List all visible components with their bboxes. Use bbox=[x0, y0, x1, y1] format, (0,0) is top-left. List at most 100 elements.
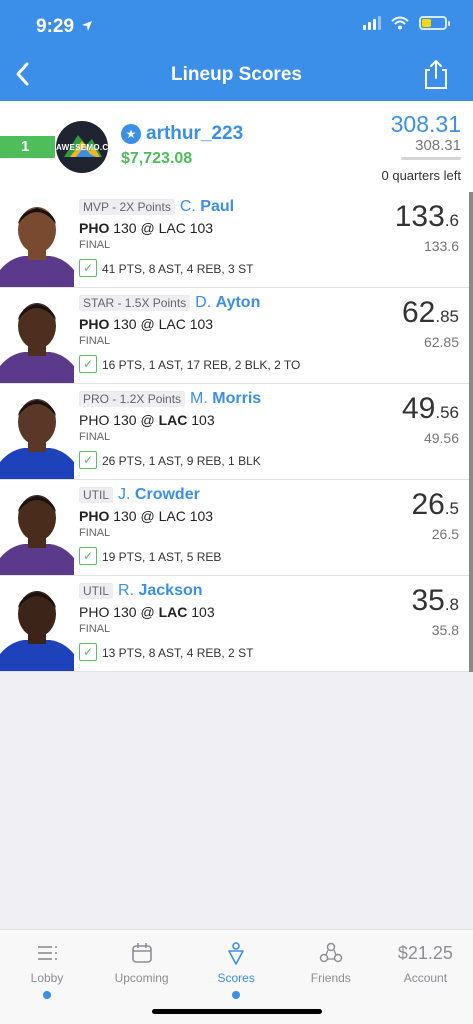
player-row[interactable]: MVP - 2X Points C. Paul PHO 130 @ LAC 103 F… bbox=[0, 192, 473, 288]
player-row[interactable]: UTIL J. Crowder PHO 130 @ LAC 103 FINAL ✓ 19 … bbox=[0, 480, 473, 576]
slot-badge: MVP - 2X Points bbox=[79, 199, 175, 215]
status-indicators bbox=[363, 16, 450, 30]
game-score: PHO 130 @ LAC 103 bbox=[79, 508, 213, 524]
slot-badge: PRO - 1.2X Points bbox=[79, 391, 186, 407]
fantasy-points-sub: 62.85 bbox=[423, 334, 459, 350]
fantasy-points-int: 62 bbox=[401, 296, 436, 329]
checkmark-icon: ✓ bbox=[79, 355, 97, 373]
player-photo bbox=[0, 196, 74, 287]
opp-score: 103 bbox=[189, 316, 214, 332]
player-name[interactable]: R. Jackson bbox=[118, 582, 203, 600]
fantasy-points-int: 26 bbox=[411, 488, 445, 521]
fantasy-points: 26.5 bbox=[411, 488, 459, 522]
player-row[interactable]: PRO - 1.2X Points M. Morris PHO 130 @ LAC … bbox=[0, 384, 473, 480]
username[interactable]: arthur_223 bbox=[146, 123, 243, 145]
team-score: 130 bbox=[113, 220, 137, 236]
fantasy-points-sub: 133.6 bbox=[423, 238, 459, 254]
fantasy-points-int: 133 bbox=[394, 200, 445, 233]
player-name[interactable]: C. Paul bbox=[180, 198, 234, 216]
player-last-name: Crowder bbox=[134, 486, 200, 503]
tab-label: Upcoming bbox=[114, 971, 169, 985]
team-score: 130 bbox=[113, 316, 137, 332]
checkmark-icon: ✓ bbox=[79, 259, 97, 277]
team-abbr: PHO bbox=[79, 316, 110, 332]
fantasy-points: 49.56 bbox=[402, 392, 459, 426]
tab-scores[interactable]: Scores bbox=[189, 940, 283, 999]
checkmark-icon: ✓ bbox=[79, 547, 97, 565]
at-symbol: @ bbox=[140, 220, 155, 236]
team-abbr: PHO bbox=[79, 412, 110, 428]
cellular-signal-icon bbox=[363, 16, 381, 30]
tab-friends[interactable]: Friends bbox=[284, 940, 378, 985]
rank-badge: 1 bbox=[0, 136, 55, 158]
player-stats: 16 PTS, 1 AST, 17 REB, 2 BLK, 2 TO bbox=[102, 358, 301, 372]
fantasy-points-dec: .56 bbox=[435, 403, 459, 422]
team-abbr: PHO bbox=[79, 508, 110, 524]
list-icon bbox=[0, 940, 94, 966]
slot-badge: UTIL bbox=[79, 583, 114, 599]
opp-score: 103 bbox=[191, 604, 215, 620]
player-name[interactable]: D. Ayton bbox=[195, 294, 260, 312]
game-status: FINAL bbox=[79, 623, 111, 635]
game-status: FINAL bbox=[79, 335, 111, 347]
opp-abbr: LAC bbox=[158, 508, 186, 524]
star-icon: ★ bbox=[121, 124, 141, 144]
player-last-name: Morris bbox=[212, 390, 262, 407]
winnings: $7,723.08 bbox=[121, 150, 193, 167]
opp-abbr: LAC bbox=[158, 316, 186, 332]
fantasy-points: 35.8 bbox=[411, 584, 459, 618]
game-progress-bar bbox=[401, 157, 461, 160]
friends-icon bbox=[284, 940, 378, 966]
home-indicator bbox=[152, 1009, 322, 1014]
notification-dot bbox=[43, 991, 51, 999]
calendar-icon bbox=[95, 940, 189, 966]
tab-upcoming[interactable]: Upcoming bbox=[95, 940, 189, 985]
player-last-name: Ayton bbox=[215, 294, 261, 311]
game-score: PHO 130 @ LAC 103 bbox=[79, 412, 215, 428]
slot-line: UTIL R. Jackson bbox=[79, 582, 203, 600]
header: 9:29 Lineup Scores bbox=[0, 0, 473, 101]
opp-score: 103 bbox=[191, 412, 215, 428]
tab-label: Scores bbox=[217, 971, 255, 985]
share-button[interactable] bbox=[423, 58, 449, 90]
account-balance: $21.25 bbox=[378, 940, 472, 966]
slot-badge: UTIL bbox=[79, 487, 114, 503]
location-arrow-icon bbox=[82, 21, 93, 31]
player-list: MVP - 2X Points C. Paul PHO 130 @ LAC 103 F… bbox=[0, 192, 473, 672]
fantasy-points: 133.6 bbox=[395, 200, 459, 234]
tab-lobby[interactable]: Lobby bbox=[0, 940, 94, 999]
lineup-summary: 1 AWESEMO.COM ★ arthur_223 $7,723.08 308… bbox=[0, 101, 473, 192]
player-row[interactable]: UTIL R. Jackson PHO 130 @ LAC 103 FINAL ✓ 13 … bbox=[0, 576, 473, 672]
notification-dot bbox=[232, 991, 241, 999]
tab-label: Lobby bbox=[30, 971, 64, 985]
fantasy-points-dec: .5 bbox=[444, 499, 459, 518]
fantasy-points-sub: 26.5 bbox=[431, 526, 459, 542]
tab-label: Account bbox=[403, 971, 448, 985]
status-time: 9:29 bbox=[36, 16, 93, 38]
total-score-sub: 308.31 bbox=[415, 137, 461, 154]
game-score: PHO 130 @ LAC 103 bbox=[79, 316, 213, 332]
player-photo bbox=[0, 580, 74, 671]
player-name[interactable]: M. Morris bbox=[190, 390, 261, 408]
team-abbr: PHO bbox=[79, 220, 110, 236]
fantasy-points: 62.85 bbox=[402, 296, 459, 330]
game-status: FINAL bbox=[79, 239, 111, 251]
opp-abbr: LAC bbox=[158, 604, 188, 620]
user-row: ★ arthur_223 bbox=[121, 123, 243, 145]
player-row[interactable]: STAR - 1.5X Points D. Ayton PHO 130 @ LAC … bbox=[0, 288, 473, 384]
player-photo bbox=[0, 292, 74, 383]
player-initial: C. bbox=[179, 198, 196, 215]
team-score: 130 bbox=[113, 604, 137, 620]
logo-text: AWESEMO.COM bbox=[56, 143, 108, 152]
scrollbar[interactable] bbox=[469, 192, 473, 672]
game-score: PHO 130 @ LAC 103 bbox=[79, 604, 215, 620]
opp-abbr: LAC bbox=[158, 220, 186, 236]
slot-line: MVP - 2X Points C. Paul bbox=[79, 198, 234, 216]
at-symbol: @ bbox=[140, 316, 155, 332]
tab-account[interactable]: $21.25 Account bbox=[378, 940, 472, 985]
fantasy-points-int: 49 bbox=[401, 392, 436, 425]
fantasy-points-int: 35 bbox=[411, 584, 445, 617]
opp-abbr: LAC bbox=[158, 412, 188, 428]
player-name[interactable]: J. Crowder bbox=[118, 486, 200, 504]
at-symbol: @ bbox=[140, 508, 155, 524]
